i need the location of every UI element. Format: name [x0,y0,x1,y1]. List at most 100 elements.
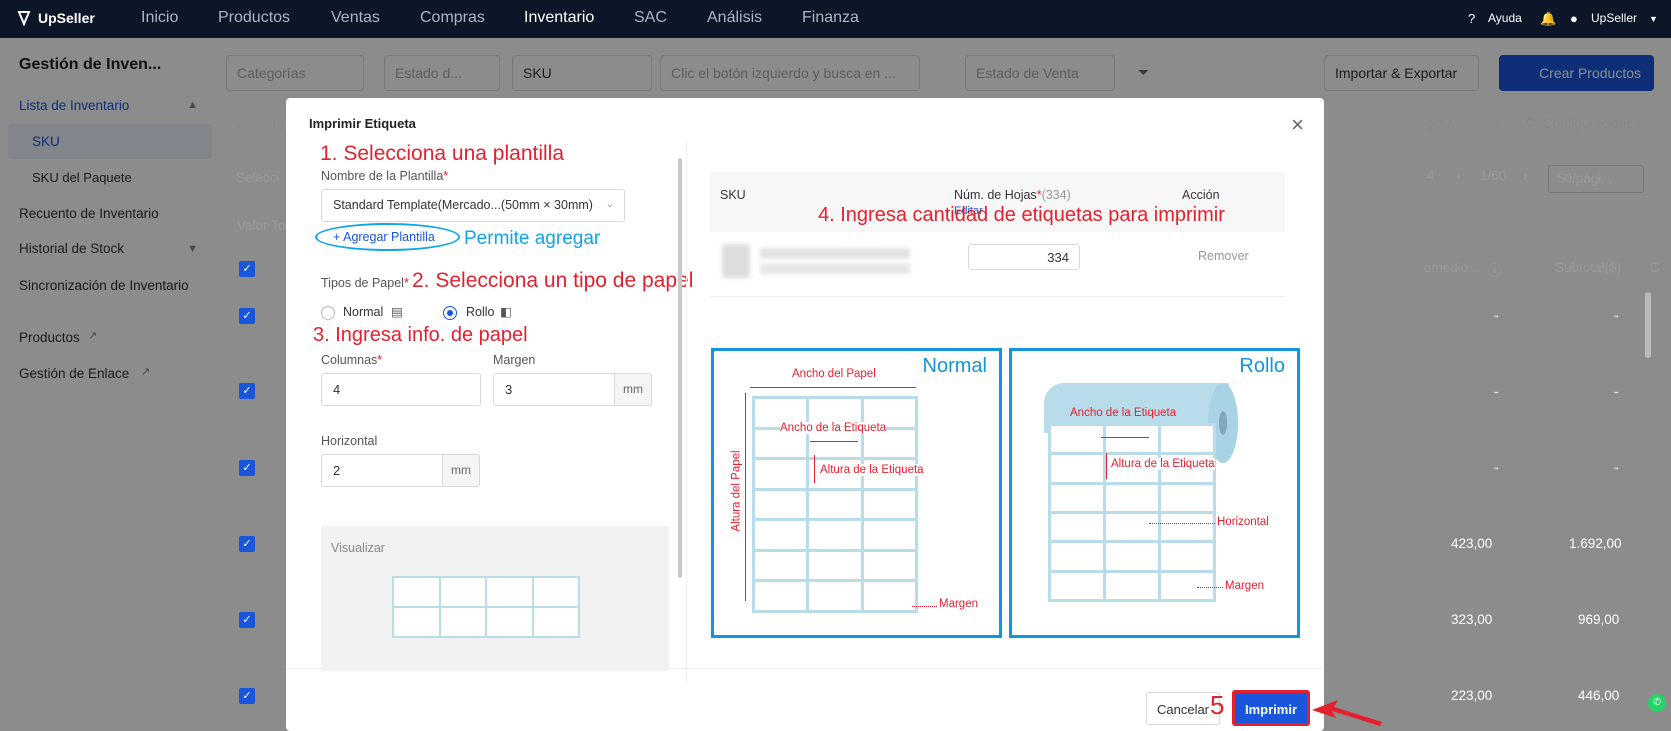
nav-sac[interactable]: SAC [634,9,667,27]
nav-compras[interactable]: Compras [420,9,485,27]
nav-inventario[interactable]: Inventario [524,9,594,27]
selection-fragment: Selecci [236,170,280,185]
margin-unit: mm [614,373,652,406]
page-left-fragment: 4 [1427,168,1435,183]
paper-normal-radio[interactable] [321,306,335,320]
document-icon: ▤ [391,305,403,319]
roll-cylinder-hole [1219,411,1227,435]
row-checkbox[interactable]: ✓ [239,383,255,399]
row-checkbox[interactable]: ✓ [239,460,255,476]
nav-ventas[interactable]: Ventas [331,9,380,27]
column-subtotal: Subtotal($) [1555,260,1622,275]
nav-inicio[interactable]: Inicio [141,9,178,27]
panel-divider [686,142,687,682]
column-sheets: Núm. de Hojas*(334) [954,188,1071,202]
user-icon[interactable]: ● [1570,11,1578,26]
bell-icon[interactable]: 🔔 [1540,11,1556,27]
app-name: UpSeller [38,10,95,26]
paper-roll-label[interactable]: Rollo [466,305,495,319]
settings-link[interactable]: Configuraciones [1543,116,1641,131]
app-logo[interactable]: UpSeller [16,10,95,26]
page-size-select[interactable]: 50/pági... [1548,165,1644,193]
top-nav-bar: UpSeller Inicio Productos Ventas Compras… [0,0,1671,38]
template-select-value: Standard Template(Mercado...(50mm × 30mm… [333,198,593,212]
paper-roll-radio[interactable] [443,306,457,320]
row-subtotal: - [1614,384,1619,399]
help-icon[interactable]: ? [1468,11,1475,26]
prev-page-icon[interactable]: ‹ [1457,168,1462,183]
add-template-label: Agregar Plantilla [343,230,435,244]
paper-type-label-text: Tipos de Papel [321,276,404,290]
product-info-blurred [760,248,910,274]
next-page-icon[interactable]: › [1523,168,1528,183]
template-label-text: Nombre de la Plantilla [321,169,444,183]
horizontal-label: Horizontal [321,434,378,448]
column-sku: SKU [720,188,746,202]
chevron-left-icon[interactable]: ‹ [237,118,242,133]
column-sheets-text: Núm. de Hojas [954,188,1037,202]
nav-finanza[interactable]: Finanza [802,9,859,27]
horizontal-input[interactable]: 2 [321,454,443,487]
preview-label: Visualizar [331,541,385,555]
page-scrollbar[interactable] [1645,292,1651,358]
roll-margin-text: Margen [1225,580,1264,592]
row-subtotal: 969,00 [1578,612,1620,627]
print-button[interactable]: Imprimir [1232,690,1310,726]
select-all-checkbox[interactable]: ✓ [239,261,255,277]
row-subtotal: 1.692,00 [1569,536,1622,551]
preview-panel: Visualizar [321,526,669,671]
sheets-qty-input[interactable]: 334 [968,244,1080,270]
label-width-dimension [810,441,858,442]
form-scrollbar[interactable] [678,158,682,578]
normal-margin-text: Margen [939,598,978,610]
roll-title: Rollo [1239,355,1285,377]
roll-horizontal-text: Horizontal [1217,516,1269,528]
sheets-count: (334) [1041,188,1071,202]
row-promedio: - [1494,384,1499,399]
margin-label: Margen [493,353,536,367]
cancel-button[interactable]: Cancelar [1146,692,1220,725]
required-mark: * [403,276,409,290]
paper-height-text: Altura del Papel [730,450,743,532]
normal-title: Normal [922,355,987,377]
row-subtotal: 446,00 [1578,688,1620,703]
preview-grid [392,576,580,638]
chat-icon[interactable]: ✆ [1648,694,1666,712]
chevron-down-icon[interactable]: ▼ [1649,14,1658,24]
row-checkbox[interactable]: ✓ [239,688,255,704]
user-menu[interactable]: UpSeller [1591,11,1637,25]
row-subtotal: - [1614,308,1619,323]
annotation-step5: 5 [1210,690,1225,720]
settings-gear-icon[interactable]: ⚙ [1525,115,1537,131]
margin-input[interactable]: 3 [493,373,615,406]
chevron-down-icon: ⌄ [605,199,614,210]
normal-label-height-text: Altura de la Etiqueta [820,464,924,476]
annotation-step3: 3. Ingresa info. de papel [313,324,528,346]
paper-normal-label[interactable]: Normal [343,305,383,319]
add-template-link[interactable]: + Agregar Plantilla [315,223,460,251]
row-checkbox[interactable]: ✓ [239,612,255,628]
remove-link[interactable]: Remover [1198,249,1249,263]
nav-productos[interactable]: Productos [218,9,290,27]
columns-label: Columnas* [321,353,382,367]
row-checkbox[interactable]: ✓ [239,308,255,324]
help-link[interactable]: Ayuda [1488,11,1522,25]
nav-analisis[interactable]: Análisis [707,9,762,27]
info-icon: ⓘ [1488,263,1502,278]
normal-paper-diagram: Normal Ancho del Papel Ancho de la Etiqu… [711,348,1002,638]
row-checkbox[interactable]: ✓ [239,536,255,552]
roll-label-grid [1048,423,1216,602]
column-extra: C [1650,260,1660,275]
columns-input[interactable]: 4 [321,373,481,406]
horizontal-indicator [1149,523,1215,524]
chevron-right-icon[interactable]: › [1496,118,1501,133]
pagination-indicator: 1/60 [1480,168,1507,183]
paper-height-dimension [745,393,746,601]
row-promedio: 323,00 [1451,612,1493,627]
margin-indicator [912,606,937,607]
close-icon[interactable]: × [1291,112,1304,138]
template-select[interactable]: Standard Template(Mercado...(50mm × 30mm… [321,189,625,222]
template-label: Nombre de la Plantilla* [321,169,448,183]
pointer-arrow-icon [1312,700,1382,726]
roll-label-height-dimension [1106,453,1107,479]
